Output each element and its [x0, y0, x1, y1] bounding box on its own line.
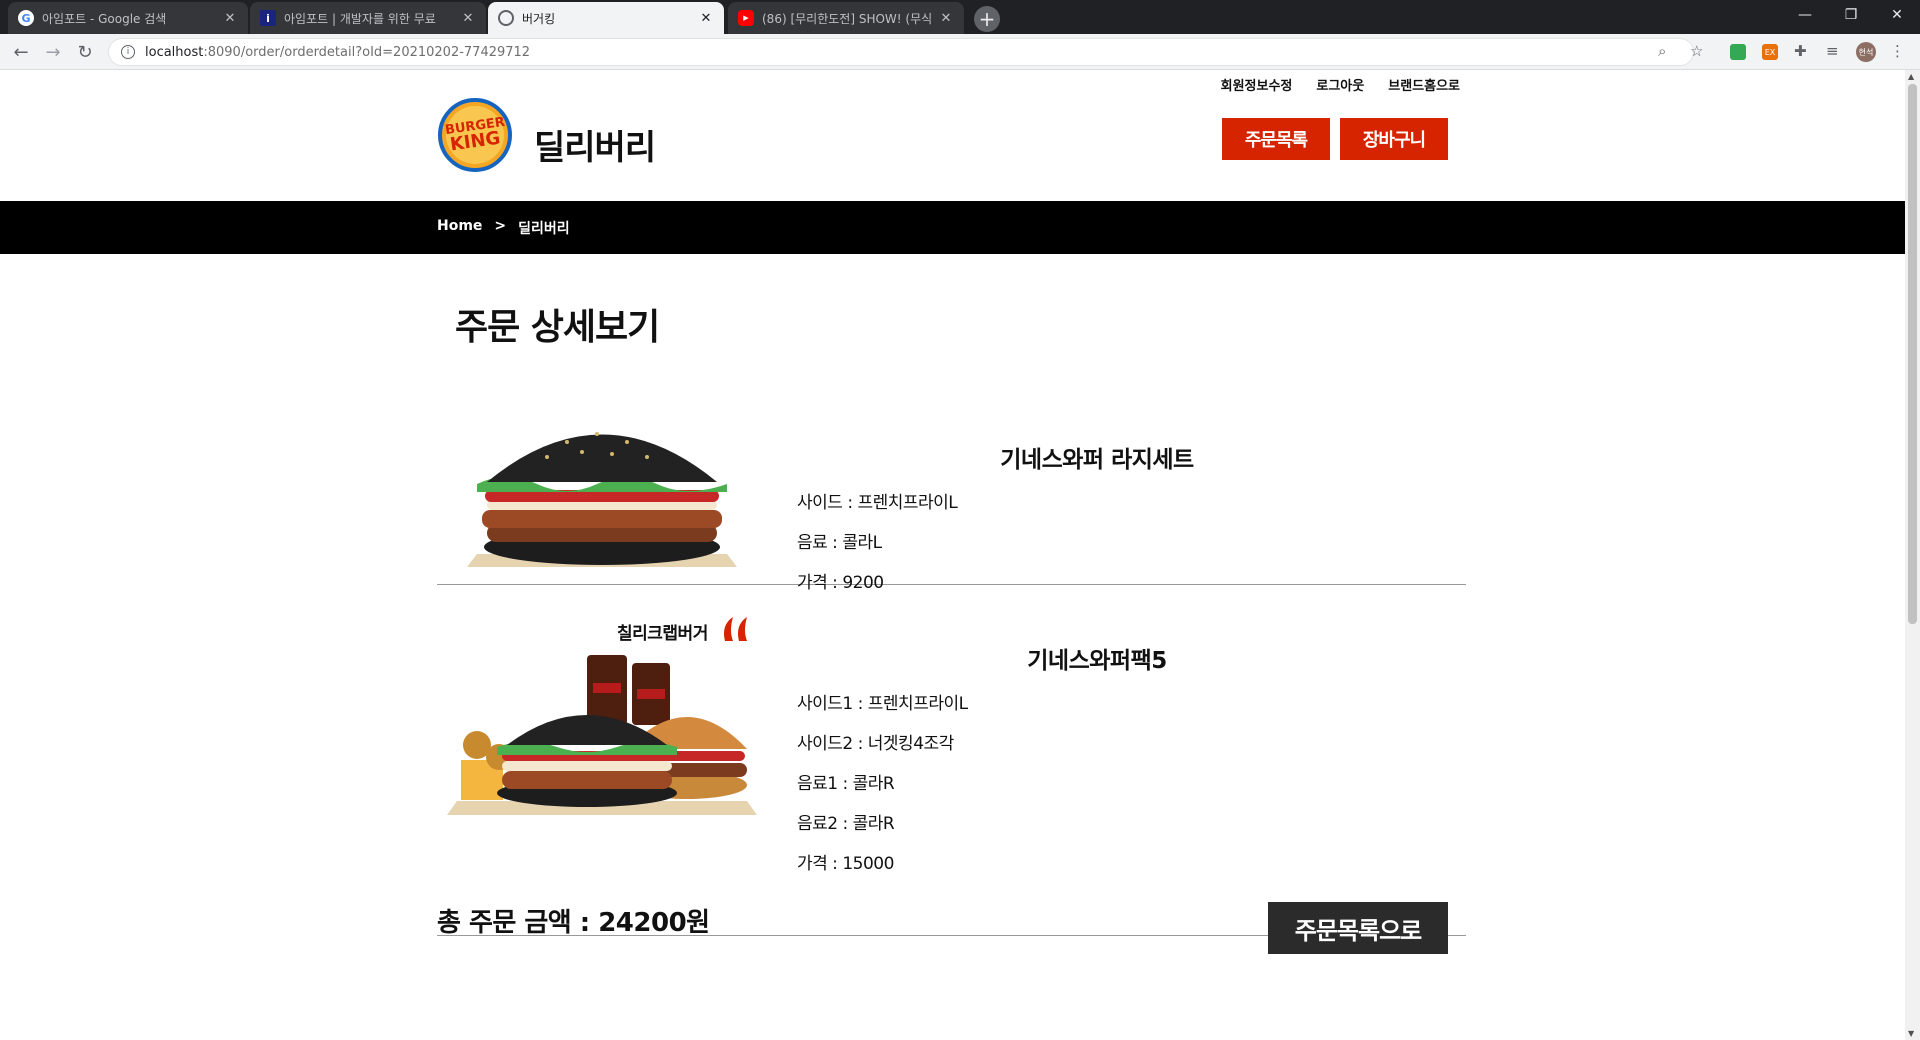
url-path: :8090/order/orderdetail?oId=20210202-774… — [203, 44, 531, 60]
restore-icon[interactable]: ❐ — [1828, 0, 1874, 30]
order-list-button[interactable]: 주문목록 — [1222, 118, 1330, 160]
close-icon[interactable]: ✕ — [222, 11, 238, 26]
scroll-down-icon[interactable]: ▼ — [1908, 1029, 1914, 1038]
browser-tab-bar: G 아임포트 - Google 검색 ✕ i 아임포트 | 개발자를 위한 무료… — [0, 0, 1920, 34]
tab-title: (86) [무리한도전] SHOW! (무식 — [762, 11, 932, 26]
window-close-icon[interactable]: ✕ — [1874, 0, 1920, 30]
back-to-order-list-button[interactable]: 주문목록으로 — [1268, 902, 1448, 954]
item-option-side1: 사이드1 : 프렌치프라이L — [797, 694, 968, 714]
item-name: 기네스와퍼 라지세트 — [1000, 447, 1194, 473]
tab-title: 아임포트 - Google 검색 — [42, 11, 167, 26]
image-caption: 칠리크랩버거 — [617, 624, 708, 644]
extension-ex-icon[interactable]: EX — [1762, 44, 1778, 60]
page-title: 주문 상세보기 — [455, 307, 660, 348]
close-icon[interactable]: ✕ — [460, 11, 476, 26]
back-arrow-icon[interactable]: ← — [8, 39, 34, 65]
order-item: 칠리크랩버거 기네스와퍼팩5 사이드1 : 프렌치프라이L 사이드2: 너겟킹… — [437, 585, 1466, 936]
browser-tab-google[interactable]: G 아임포트 - Google 검색 ✕ — [8, 2, 248, 34]
breadcrumb: Home > 딜리버리 — [0, 201, 1905, 254]
item-option-side2: 사이드2 : 너겟킹4조각 — [797, 734, 954, 754]
edit-member-info-link[interactable]: 회원정보수정 — [1221, 75, 1293, 94]
order-total: 총 주문 금액 : 24200원 — [437, 908, 710, 938]
breadcrumb-home[interactable]: Home — [437, 218, 482, 238]
globe-icon — [498, 10, 514, 26]
item-option-price: 가격 : 15000 — [797, 854, 894, 874]
youtube-icon: ▶ — [738, 10, 754, 26]
new-tab-button[interactable]: + — [974, 6, 1000, 32]
browser-tab-youtube[interactable]: ▶ (86) [무리한도전] SHOW! (무식 ✕ — [728, 2, 964, 34]
extension-green-icon[interactable] — [1730, 44, 1746, 60]
logo-text-king: KING — [448, 127, 502, 155]
iamport-icon: i — [260, 10, 276, 26]
url-host: localhost — [145, 44, 204, 60]
item-name: 기네스와퍼팩5 — [1027, 648, 1167, 674]
browser-tab-iamport[interactable]: i 아임포트 | 개발자를 위한 무료 ✕ — [250, 2, 486, 34]
logout-link[interactable]: 로그아웃 — [1316, 75, 1364, 94]
zoom-icon[interactable]: ⌕ — [1658, 42, 1666, 60]
bookmark-star-icon[interactable]: ☆ — [1690, 42, 1703, 60]
burger-image — [467, 432, 737, 567]
forward-arrow-icon[interactable]: → — [40, 39, 66, 65]
close-icon[interactable]: ✕ — [698, 11, 714, 26]
minimize-icon[interactable]: — — [1782, 0, 1828, 30]
cart-button[interactable]: 장바구니 — [1340, 118, 1448, 160]
close-icon[interactable]: ✕ — [938, 11, 954, 26]
profile-avatar[interactable]: 현석 — [1856, 42, 1876, 62]
item-option-drink2: 음료2 : 콜라R — [797, 814, 895, 834]
browser-toolbar: ← → ↻ i localhost:8090/order/orderdetail… — [0, 34, 1920, 70]
tab-title: 아임포트 | 개발자를 위한 무료 — [284, 11, 436, 26]
item-option-drink1: 음료1 : 콜라R — [797, 774, 895, 794]
menu-kebab-icon[interactable]: ⋮ — [1890, 42, 1905, 60]
reading-list-icon[interactable]: ≡ — [1826, 42, 1839, 60]
page-scrollbar[interactable]: ▲ ▼ — [1905, 70, 1920, 1040]
item-option-drink: 음료 : 콜라L — [797, 533, 882, 553]
breadcrumb-current: 딜리버리 — [518, 221, 570, 237]
reload-icon[interactable]: ↻ — [72, 39, 98, 65]
tab-title: 버거킹 — [522, 11, 556, 26]
brand-home-link[interactable]: 브랜드홈으로 — [1388, 75, 1460, 94]
combo-image — [447, 655, 757, 815]
page-viewport: 회원정보수정 로그아웃 브랜드홈으로 BURGER KING 딜리버리 주문목록… — [0, 70, 1905, 1040]
address-bar[interactable]: i localhost:8090/order/orderdetail?oId=2… — [108, 38, 1694, 66]
scroll-up-icon[interactable]: ▲ — [1908, 72, 1914, 81]
utility-links: 회원정보수정 로그아웃 브랜드홈으로 — [1221, 75, 1460, 94]
extensions-puzzle-icon[interactable]: ✚ — [1794, 42, 1807, 60]
scrollbar-thumb[interactable] — [1908, 84, 1917, 624]
site-info-icon[interactable]: i — [121, 45, 135, 59]
breadcrumb-separator: > — [494, 218, 507, 234]
chili-icon — [724, 617, 747, 641]
site-title: 딜리버리 — [534, 128, 656, 168]
browser-tab-burgerking[interactable]: 버거킹 ✕ — [488, 2, 724, 34]
order-item: 기네스와퍼 라지세트 사이드 : 프렌치프라이L 음료 : 콜라L 가격 : 9… — [437, 372, 1466, 593]
burger-king-logo[interactable]: BURGER KING — [438, 98, 512, 172]
google-icon: G — [18, 10, 34, 26]
item-option-side: 사이드 : 프렌치프라이L — [797, 493, 958, 513]
